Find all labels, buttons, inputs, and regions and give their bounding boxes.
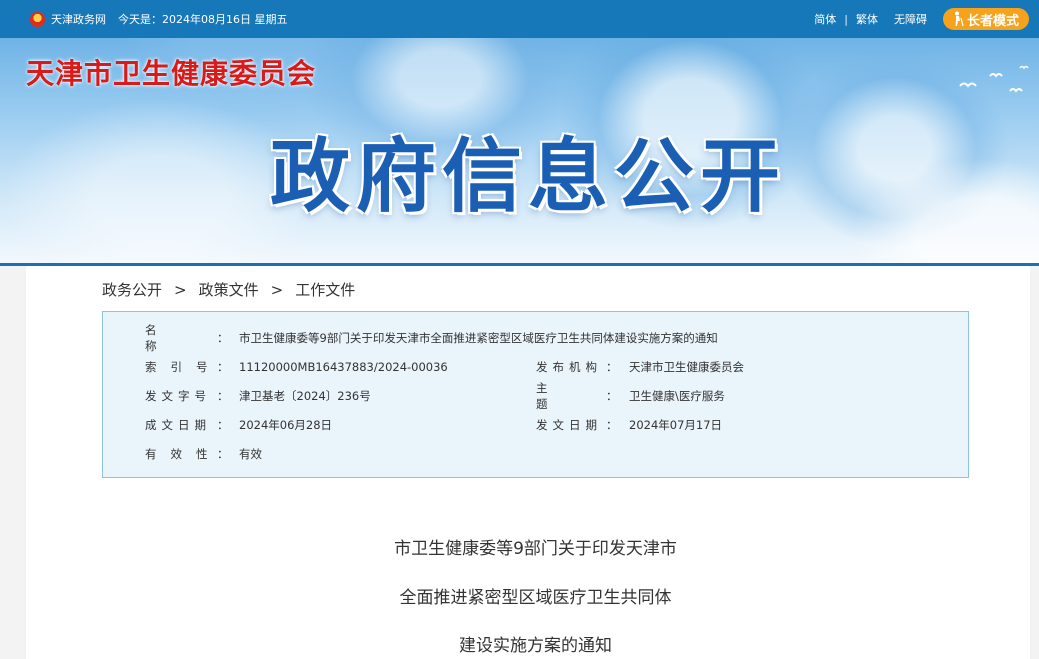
- header-banner: 天津市卫生健康委员会 政府信息公开: [0, 38, 1039, 263]
- document-metadata: 名称 ： 市卫生健康委等9部门关于印发天津市全面推进紧密型区域医疗卫生共同体建设…: [102, 311, 969, 478]
- right-margin: [1030, 266, 1039, 659]
- meta-label-text: 索引号: [145, 360, 222, 374]
- meta-label: 发文日期: [536, 417, 616, 433]
- meta-label-text: 成文日期: [145, 418, 211, 432]
- meta-row-dates: 成文日期 ： 2024年06月28日 发文日期 ： 2024年07月17日: [103, 417, 970, 433]
- meta-index-value: 11120000MB16437883/2024-00036: [239, 360, 448, 374]
- meta-row-index: 索引号 ： 11120000MB16437883/2024-00036 发布机构…: [103, 359, 970, 375]
- breadcrumb-item-work-docs[interactable]: 工作文件: [295, 279, 355, 300]
- meta-label: 主题: [536, 380, 616, 412]
- meta-label: 成文日期: [145, 417, 225, 433]
- elder-person-icon: [954, 11, 964, 27]
- birds-decoration: [959, 65, 1029, 93]
- elder-mode-label: 长者模式: [966, 13, 1019, 29]
- meta-publisher-value: 天津市卫生健康委员会: [629, 360, 744, 374]
- meta-row-docno: 发文字号 ： 津卫基老〔2024〕236号 主题 ： 卫生健康\医疗服务: [103, 381, 970, 411]
- simplified-chinese-link[interactable]: 简体: [814, 11, 836, 27]
- top-bar: 天津政务网 今天是：2024年08月16日 星期五 简体 | 繁体 无障碍 长者…: [0, 0, 1039, 38]
- banner-divider: [0, 263, 1039, 266]
- meta-colon: ：: [606, 418, 618, 432]
- document-title-line-1: 市卫生健康委等9部门关于印发天津市: [394, 539, 677, 559]
- meta-colon: ：: [217, 418, 229, 432]
- meta-label-text: 主题: [536, 381, 590, 411]
- breadcrumb-separator: >: [174, 280, 187, 299]
- lang-separator: |: [844, 12, 848, 26]
- meta-name-value: 市卫生健康委等9部门关于印发天津市全面推进紧密型区域医疗卫生共同体建设实施方案的…: [239, 331, 718, 345]
- document-title-line-3: 建设实施方案的通知: [459, 636, 612, 656]
- elder-mode-button[interactable]: 长者模式: [942, 8, 1029, 30]
- meta-row-validity: 有效性 ： 有效: [103, 446, 970, 462]
- meta-label-text: 发文日期: [536, 418, 602, 432]
- national-emblem-icon: [30, 11, 45, 27]
- meta-label-text: 有效性: [145, 447, 222, 461]
- meta-topic-value: 卫生健康\医疗服务: [629, 389, 725, 403]
- banner-title: 政府信息公开: [270, 130, 786, 223]
- meta-colon: ：: [217, 389, 229, 403]
- meta-label: 发文字号: [145, 388, 225, 404]
- breadcrumb-item-gov-affairs[interactable]: 政务公开: [102, 279, 162, 300]
- meta-label: 名称: [145, 322, 225, 354]
- traditional-chinese-link[interactable]: 繁体: [856, 11, 878, 27]
- meta-label: 有效性: [145, 446, 225, 462]
- meta-label-text: 发文字号: [145, 389, 211, 403]
- breadcrumb: 政务公开 > 政策文件 > 工作文件: [102, 279, 355, 300]
- site-link[interactable]: 天津政务网: [51, 11, 106, 27]
- organization-name[interactable]: 天津市卫生健康委员会: [26, 52, 316, 92]
- meta-colon: ：: [217, 360, 229, 374]
- meta-label: 索引号: [145, 359, 225, 375]
- meta-colon: ：: [217, 447, 229, 461]
- breadcrumb-item-policy-docs[interactable]: 政策文件: [199, 279, 259, 300]
- date-text: 今天是：2024年08月16日 星期五: [118, 13, 288, 26]
- breadcrumb-separator: >: [270, 280, 284, 299]
- meta-label-text: 名称: [145, 323, 197, 353]
- document-title-line-2: 全面推进紧密型区域医疗卫生共同体: [399, 588, 672, 608]
- meta-label-text: 发布机构: [536, 360, 602, 374]
- top-bar-left: 天津政务网 今天是：2024年08月16日 星期五: [30, 0, 287, 38]
- meta-colon: ：: [606, 360, 618, 374]
- meta-label: 发布机构: [536, 359, 616, 375]
- meta-docno-value: 津卫基老〔2024〕236号: [239, 389, 371, 403]
- accessibility-link[interactable]: 无障碍: [894, 11, 927, 27]
- meta-issued-value: 2024年07月17日: [629, 418, 723, 432]
- top-bar-right: 简体 | 繁体 无障碍 长者模式: [814, 0, 1039, 38]
- left-margin: [0, 266, 26, 659]
- meta-colon: ：: [606, 389, 618, 403]
- meta-row-name: 名称 ： 市卫生健康委等9部门关于印发天津市全面推进紧密型区域医疗卫生共同体建设…: [103, 323, 970, 353]
- meta-written-value: 2024年06月28日: [239, 418, 333, 432]
- meta-colon: ：: [217, 331, 229, 345]
- meta-validity-value: 有效: [239, 447, 262, 461]
